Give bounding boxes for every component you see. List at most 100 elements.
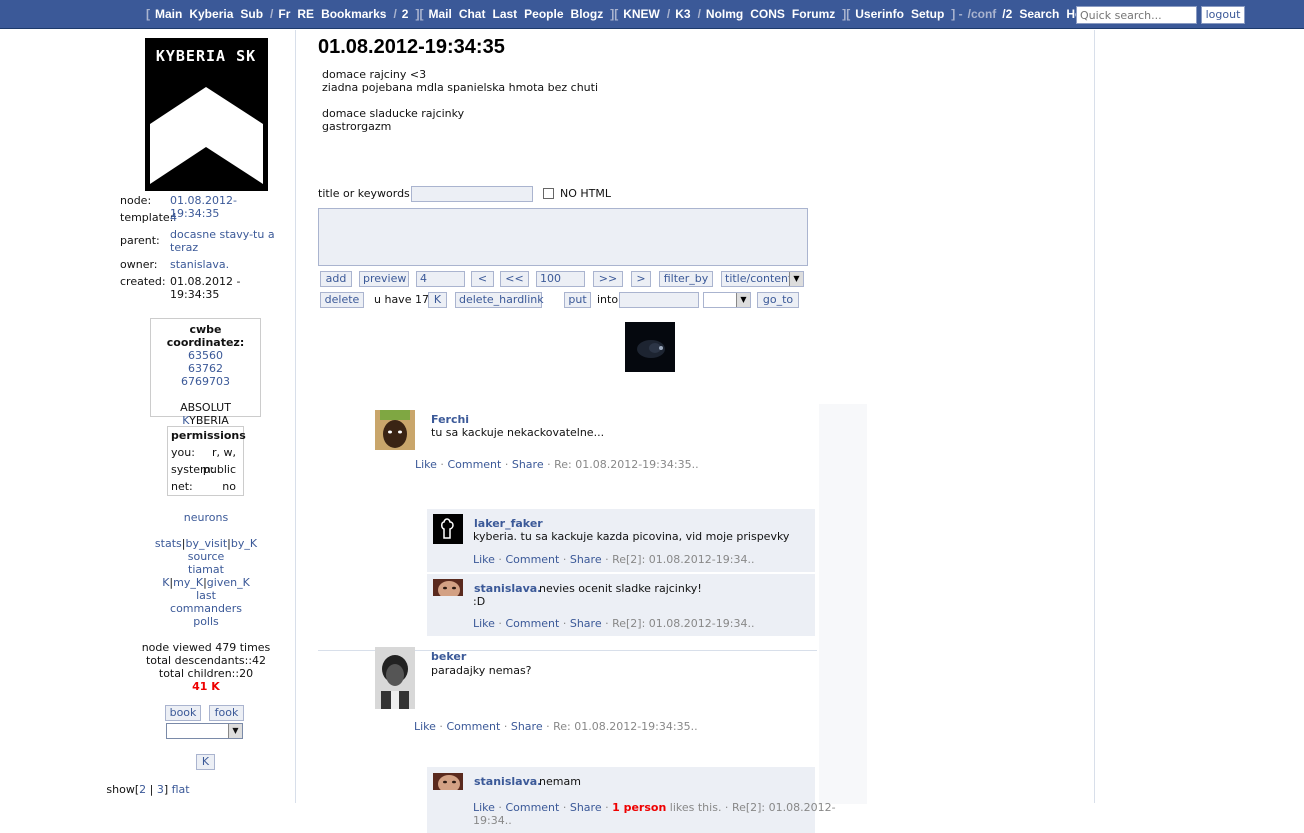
nav-item[interactable]: Mail <box>428 7 451 21</box>
delete-hardlink-button[interactable]: delete_hardlink <box>455 292 544 308</box>
nav-item[interactable]: Bookmarks <box>321 7 386 21</box>
nav-item[interactable]: Blogz <box>571 7 604 21</box>
share-link[interactable]: Share <box>570 617 602 630</box>
logout-button[interactable]: logout <box>1201 6 1245 24</box>
comment-text: tu sa kackuje nekackovatelne... <box>431 426 605 439</box>
share-link[interactable]: Share <box>511 720 543 733</box>
prev-button[interactable]: < <box>471 271 494 287</box>
avatar[interactable] <box>433 773 463 793</box>
nav-item[interactable]: Sub <box>240 7 263 21</box>
content-textarea[interactable] <box>318 208 808 266</box>
into-select[interactable]: ▼ <box>703 292 751 308</box>
coord-1[interactable]: 63560 <box>188 349 223 362</box>
show-flat-link[interactable]: flat <box>172 783 190 796</box>
meta-value[interactable]: 4 <box>170 211 280 224</box>
owner-avatar-image[interactable] <box>625 322 675 372</box>
last-button[interactable]: >> <box>593 271 623 287</box>
like-link[interactable]: Like <box>414 720 436 733</box>
meta-value[interactable]: stanislava. <box>170 258 280 271</box>
by-k-link[interactable]: by_K <box>231 537 257 550</box>
bookmark-category-select[interactable]: ▼ <box>166 723 243 739</box>
comment-author[interactable]: Ferchi <box>431 413 469 426</box>
avatar[interactable] <box>375 410 415 450</box>
nav-separator: / <box>270 7 274 21</box>
meta-value[interactable]: docasne stavy-tu a teraz <box>170 228 280 254</box>
go-to-button[interactable]: go_to <box>757 292 799 308</box>
share-link[interactable]: Share <box>512 458 544 471</box>
nav-item[interactable]: Main <box>155 7 182 21</box>
give-k-button[interactable]: K <box>196 754 215 770</box>
into-input[interactable] <box>619 292 699 308</box>
neurons-link[interactable]: neurons <box>184 511 228 524</box>
quick-search-input[interactable] <box>1076 6 1197 24</box>
nav-item[interactable]: KNEW <box>623 7 660 21</box>
node-title: 01.08.2012-19:34:35 <box>318 36 505 58</box>
nav-item[interactable]: People <box>524 7 563 21</box>
nav-item[interactable]: Fr <box>278 7 290 21</box>
title-input[interactable] <box>411 186 533 202</box>
count-input[interactable]: 100 <box>536 271 585 287</box>
comment-link[interactable]: Comment <box>446 720 500 733</box>
like-link[interactable]: Like <box>415 458 437 471</box>
title-label: title or keywords:: <box>318 187 418 200</box>
nav-item[interactable]: /2 <box>1002 7 1012 21</box>
coord-2[interactable]: 63762 <box>188 362 223 375</box>
like-link[interactable]: Like <box>473 617 495 630</box>
nav-item[interactable]: NoImg <box>706 7 743 21</box>
nav-item[interactable]: CONS <box>750 7 785 21</box>
nav-item[interactable]: Userinfo <box>855 7 904 21</box>
comment-link[interactable]: Comment <box>447 458 501 471</box>
nav-item[interactable]: Setup <box>911 7 944 21</box>
commanders-link[interactable]: commanders <box>170 602 242 615</box>
polls-link[interactable]: polls <box>193 615 219 628</box>
nav-item[interactable]: RE <box>297 7 314 21</box>
reply-author[interactable]: stanislava. <box>474 775 541 788</box>
share-link[interactable]: Share <box>570 553 602 566</box>
nav-separator: / <box>697 7 701 21</box>
node-links: neurons stats|by_visit|by_K source tiama… <box>154 511 258 628</box>
k-link[interactable]: K <box>162 576 169 589</box>
show-3-link[interactable]: 3 <box>157 783 164 796</box>
source-link[interactable]: source <box>188 550 225 563</box>
delete-button[interactable]: delete <box>320 292 364 308</box>
filter-by-button[interactable]: filter_by <box>659 271 713 287</box>
page-input[interactable]: 4 <box>416 271 465 287</box>
k-button[interactable]: K <box>428 292 447 308</box>
no-html-checkbox[interactable] <box>543 188 554 199</box>
stats-link[interactable]: stats <box>155 537 182 550</box>
comment-link[interactable]: Comment <box>505 553 559 566</box>
like-link[interactable]: Like <box>473 553 495 566</box>
reply-author[interactable]: laker_faker <box>474 517 543 530</box>
nav-item-conf[interactable]: /conf <box>968 7 997 21</box>
filter-select[interactable]: title/content ▼ <box>721 271 804 287</box>
put-button[interactable]: put <box>564 292 591 308</box>
tiamat-link[interactable]: tiamat <box>188 563 224 576</box>
fook-button[interactable]: fook <box>209 705 244 721</box>
next-button[interactable]: > <box>631 271 651 287</box>
add-button[interactable]: add <box>320 271 352 287</box>
first-button[interactable]: << <box>500 271 529 287</box>
nav-item[interactable]: Chat <box>459 7 486 21</box>
given-k-link[interactable]: given_K <box>207 576 250 589</box>
nav-item[interactable]: Forumz <box>792 7 835 21</box>
comment-link[interactable]: Comment <box>505 617 559 630</box>
my-k-link[interactable]: my_K <box>173 576 203 589</box>
avatar[interactable] <box>375 647 415 709</box>
nav-item[interactable]: 2 <box>402 7 409 21</box>
avatar[interactable] <box>433 579 463 599</box>
reply-author[interactable]: stanislava. <box>474 582 541 595</box>
nav-item[interactable]: Last <box>492 7 517 21</box>
nav-item[interactable]: K3 <box>675 7 690 21</box>
nav-item[interactable]: Kyberia <box>189 7 233 21</box>
kyberia-logo[interactable]: KYBERIA SK <box>145 38 268 191</box>
coord-3[interactable]: 6769703 <box>181 375 230 388</box>
last-link[interactable]: last <box>196 589 216 602</box>
preview-button[interactable]: preview <box>359 271 409 287</box>
permission-row: net: no <box>171 478 240 495</box>
book-button[interactable]: book <box>165 705 201 721</box>
comment-author[interactable]: beker <box>431 650 466 663</box>
nav-item[interactable]: Search <box>1019 7 1059 21</box>
nav-separator: ][ <box>415 7 424 21</box>
by-visit-link[interactable]: by_visit <box>185 537 227 550</box>
avatar[interactable] <box>433 514 463 544</box>
